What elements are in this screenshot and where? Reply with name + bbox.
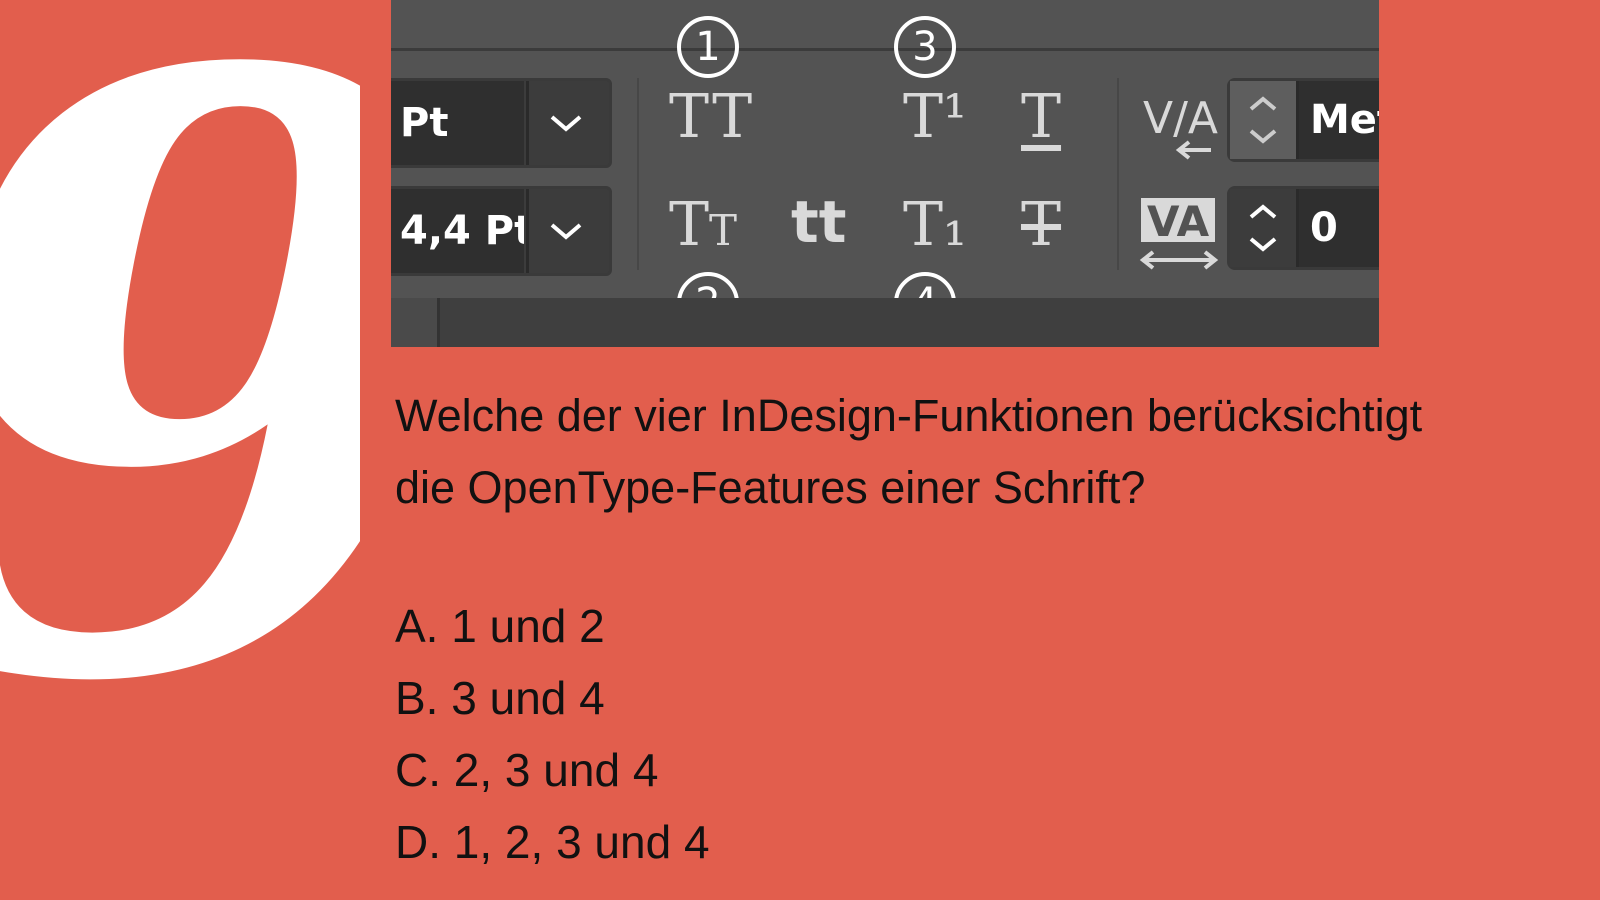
question-line-2: die OpenType-Features einer Schrift? xyxy=(395,462,1146,513)
toolbar-bottom-band xyxy=(391,298,1379,347)
marker-3: 3 xyxy=(894,16,956,78)
toolbar-separator xyxy=(1117,78,1119,270)
font-size-value[interactable]: Pt xyxy=(391,81,524,165)
underline-button[interactable]: T xyxy=(1021,82,1061,152)
svg-text:VA: VA xyxy=(1147,197,1210,246)
question-number-nine: 9 xyxy=(0,0,360,862)
tracking-icon: VA xyxy=(1139,197,1219,270)
tracking-value[interactable]: 0 xyxy=(1310,189,1338,267)
kerning-icon: V/A xyxy=(1143,93,1218,160)
stepper-arrows-icon xyxy=(1249,204,1277,252)
toolbar-separator xyxy=(637,78,639,270)
superscript-button[interactable]: T¹ xyxy=(903,82,967,152)
all-caps-button[interactable]: TT xyxy=(669,82,754,152)
tracking-stepper[interactable] xyxy=(1230,189,1299,267)
chevron-down-icon xyxy=(550,223,582,240)
small-caps-button[interactable]: Tt xyxy=(669,190,737,260)
font-size-dropdown[interactable] xyxy=(526,81,603,165)
stepper-arrows-icon xyxy=(1249,96,1277,144)
kerning-field[interactable]: Met xyxy=(1227,78,1379,162)
tracking-field[interactable]: 0 xyxy=(1227,186,1379,270)
panel-tab xyxy=(391,298,440,347)
chevron-down-icon xyxy=(550,115,582,132)
leading-dropdown[interactable] xyxy=(526,189,603,273)
toolbar-top-divider xyxy=(391,48,1379,51)
indesign-toolbar-screenshot: Pt 4,4 Pt) 1 2 3 4 TT T¹ T Tt tt T₁ T V/… xyxy=(391,0,1379,347)
kerning-value[interactable]: Met xyxy=(1310,81,1379,159)
answer-a[interactable]: A. 1 und 2 xyxy=(395,590,710,662)
svg-text:V/A: V/A xyxy=(1143,93,1218,144)
svg-text:9: 9 xyxy=(0,0,360,862)
font-size-field[interactable]: Pt xyxy=(391,78,612,168)
ligatures-button[interactable]: tt xyxy=(791,188,846,256)
kerning-stepper[interactable] xyxy=(1230,81,1299,159)
answer-list: A. 1 und 2 B. 3 und 4 C. 2, 3 und 4 D. 1… xyxy=(395,590,710,878)
strikethrough-button[interactable]: T xyxy=(1021,190,1061,260)
leading-value[interactable]: 4,4 Pt) xyxy=(391,189,524,273)
answer-b[interactable]: B. 3 und 4 xyxy=(395,662,710,734)
leading-field[interactable]: 4,4 Pt) xyxy=(391,186,612,276)
subscript-button[interactable]: T₁ xyxy=(903,190,967,260)
answer-c[interactable]: C. 2, 3 und 4 xyxy=(395,734,710,806)
question-text: Welche der vier InDesign-Funktionen berü… xyxy=(395,380,1575,524)
marker-1: 1 xyxy=(677,16,739,78)
answer-d[interactable]: D. 1, 2, 3 und 4 xyxy=(395,806,710,878)
question-line-1: Welche der vier InDesign-Funktionen berü… xyxy=(395,390,1423,441)
